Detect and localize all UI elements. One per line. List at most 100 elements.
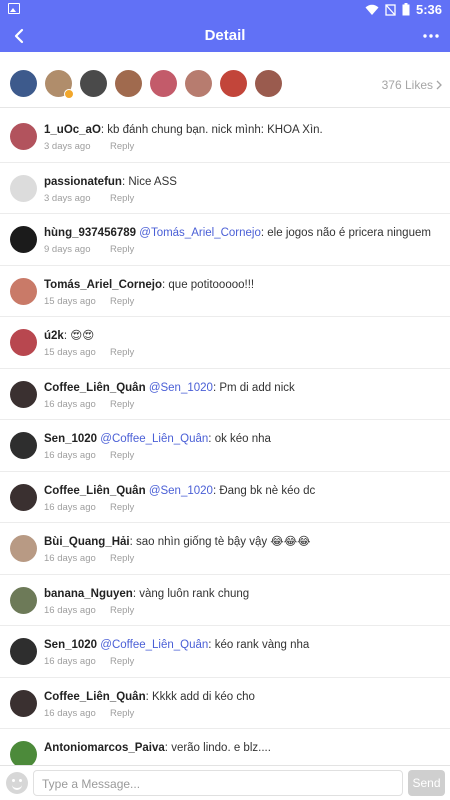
message-input[interactable]: Type a Message... [33, 770, 403, 796]
avatar[interactable] [10, 638, 37, 665]
comment-mention[interactable]: @Sen_1020 [149, 485, 213, 497]
comment-username[interactable]: Coffee_Liên_Quân [44, 691, 146, 703]
comment-timestamp: 16 days ago [44, 553, 96, 564]
likes-count-link[interactable]: 376 Likes [382, 78, 442, 92]
likes-row[interactable]: 376 Likes [0, 62, 450, 108]
comment-username[interactable]: Antoniomarcos_Paiva [44, 742, 165, 754]
liker-avatar[interactable] [10, 70, 37, 97]
comment-line: Coffee_Liên_Quân @Sen_1020: Đang bk nè k… [44, 484, 440, 498]
comment-item: ú2k: 😍😍 15 days ago Reply [0, 317, 450, 369]
liker-avatar[interactable] [150, 70, 177, 97]
comment-text: sao nhìn giống tè bậy vậy 😂😂😂 [136, 536, 311, 548]
app-bar: Detail [0, 20, 450, 52]
comment-username[interactable]: Sen_1020 [44, 639, 97, 651]
wifi-icon [365, 4, 379, 15]
comment-timestamp: 16 days ago [44, 656, 96, 667]
comment-item: Sen_1020 @Coffee_Liên_Quân: ok kéo nha 16… [0, 420, 450, 472]
comment-timestamp: 9 days ago [44, 244, 91, 255]
reply-button[interactable]: Reply [110, 193, 134, 204]
comment-text: 😍😍 [70, 330, 95, 342]
reply-button[interactable]: Reply [110, 708, 134, 719]
comment-text: vàng luôn rank chung [139, 587, 250, 600]
comment-username[interactable]: Tomás_Ariel_Cornejo [44, 279, 162, 291]
reply-button[interactable]: Reply [110, 656, 134, 667]
more-options-button[interactable] [418, 23, 444, 49]
no-signal-icon [385, 3, 396, 16]
avatar[interactable] [10, 432, 37, 459]
reply-button[interactable]: Reply [110, 502, 134, 513]
comment-timestamp: 3 days ago [44, 141, 91, 152]
avatar[interactable] [10, 123, 37, 150]
comment-mention[interactable]: @Sen_1020 [149, 382, 213, 394]
comment-item: 1_uOc_aO: kb đánh chung bạn. nick mình: … [0, 111, 450, 163]
comment-text: ele jogos não é pricera ninguem [267, 227, 431, 239]
liker-avatars [10, 70, 282, 99]
comment-line: Coffee_Liên_Quân: Kkkk add di kéo cho [44, 690, 440, 704]
avatar[interactable] [10, 174, 37, 202]
comment-username[interactable]: Bùi_Quang_Hải [44, 536, 130, 548]
comment-timestamp: 16 days ago [44, 604, 96, 616]
comment-username[interactable]: hùng_937456789 [44, 227, 136, 239]
comment-item: Antoniomarcos_Paiva: verão lindo. e blz.… [0, 729, 450, 765]
comment-line: Sen_1020 @Coffee_Liên_Quân: kéo rank vàn… [44, 638, 440, 652]
liker-avatar[interactable] [45, 70, 74, 99]
reply-button[interactable]: Reply [110, 347, 134, 358]
reply-button[interactable]: Reply [110, 450, 134, 461]
liker-avatar[interactable] [220, 70, 247, 97]
comment-text: verão lindo. e blz.... [171, 742, 271, 754]
comment-line: hùng_937456789 @Tomás_Ariel_Cornejo: ele… [44, 226, 440, 240]
comment-timestamp: 15 days ago [44, 347, 96, 358]
comment-item: Bùi_Quang_Hải: sao nhìn giống tè bậy vậy… [0, 523, 450, 575]
comment-line: Tomás_Ariel_Cornejo: que potitooooo!!! [44, 278, 440, 292]
comment-item: Coffee_Liên_Quân: Kkkk add di kéo cho 16 … [0, 678, 450, 729]
reply-button[interactable]: Reply [110, 553, 134, 564]
reply-button[interactable]: Reply [110, 141, 134, 152]
comment-item: passionatefun: Nice ASS 3 days ago Reply [0, 163, 450, 214]
reply-button[interactable]: Reply [110, 605, 134, 616]
more-vertical-icon [423, 34, 439, 38]
reply-button[interactable]: Reply [110, 296, 134, 307]
comment-line: Antoniomarcos_Paiva: verão lindo. e blz.… [44, 741, 440, 755]
comment-item: Coffee_Liên_Quân @Sen_1020: Đang bk nè k… [0, 472, 450, 523]
avatar[interactable] [10, 380, 37, 408]
avatar[interactable] [10, 689, 37, 717]
likes-count: 376 Likes [381, 78, 433, 92]
comment-line: Bùi_Quang_Hải: sao nhìn giống tè bậy vậy… [44, 535, 440, 549]
comment-username[interactable]: Coffee_Liên_Quân [44, 485, 146, 497]
comment-username[interactable]: ú2k [44, 330, 64, 342]
liker-avatar[interactable] [185, 70, 212, 97]
battery-icon [402, 3, 410, 16]
emoji-icon[interactable] [6, 772, 28, 794]
comment-mention[interactable]: @Coffee_Liên_Quân [100, 639, 208, 651]
comment-mention[interactable]: @Tomás_Ariel_Cornejo [139, 227, 261, 239]
reply-button[interactable]: Reply [110, 244, 134, 255]
liker-avatar[interactable] [115, 70, 142, 97]
comment-text: kb đánh chung bạn. nick mình: KHOA Xìn. [107, 124, 323, 136]
comment-text: Nice ASS [128, 175, 177, 188]
avatar[interactable] [10, 226, 37, 253]
avatar[interactable] [10, 741, 37, 765]
send-button[interactable]: Send [408, 770, 445, 796]
liker-avatar[interactable] [255, 70, 282, 97]
comment-username[interactable]: banana_Nguyen [44, 588, 133, 600]
comment-item: Coffee_Liên_Quân @Sen_1020: Pm di add ni… [0, 369, 450, 420]
comment-username[interactable]: passionatefun [44, 176, 122, 188]
liker-avatar[interactable] [80, 70, 107, 97]
avatar[interactable] [10, 329, 37, 356]
status-time: 5:36 [415, 2, 442, 17]
comment-list[interactable]: 1_uOc_aO: kb đánh chung bạn. nick mình: … [0, 111, 450, 765]
avatar[interactable] [10, 586, 37, 614]
comment-item: Sen_1020 @Coffee_Liên_Quân: kéo rank vàn… [0, 626, 450, 678]
comment-mention[interactable]: @Coffee_Liên_Quân [100, 433, 208, 445]
comment-username[interactable]: Sen_1020 [44, 433, 97, 445]
comment-item: hùng_937456789 @Tomás_Ariel_Cornejo: ele… [0, 214, 450, 266]
avatar[interactable] [10, 277, 37, 305]
comment-line: banana_Nguyen: vàng luôn rank chung [44, 587, 440, 601]
avatar[interactable] [10, 535, 37, 562]
avatar[interactable] [10, 483, 37, 511]
comment-text: Đang bk nè kéo dc [219, 484, 316, 497]
comment-username[interactable]: 1_uOc_aO [44, 124, 101, 136]
comment-username[interactable]: Coffee_Liên_Quân [44, 382, 146, 394]
comment-timestamp: 16 days ago [44, 398, 96, 410]
reply-button[interactable]: Reply [110, 399, 134, 410]
